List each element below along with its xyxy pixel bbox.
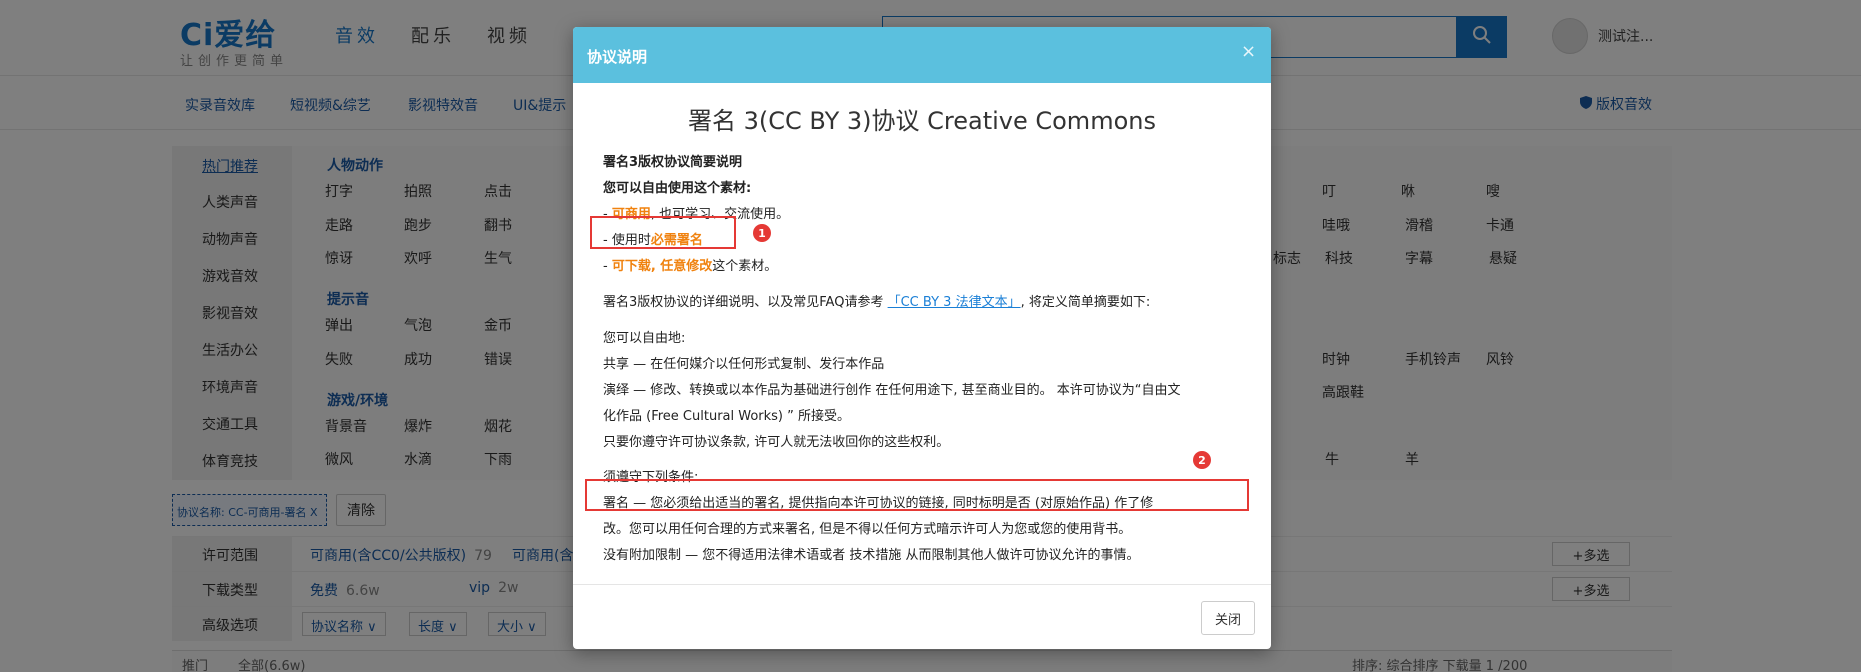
annotation-box-1 — [590, 216, 736, 249]
annotation-badge-1: 1 — [753, 224, 771, 242]
can-use-line: 您可以自由使用这个素材: — [603, 181, 752, 196]
close-button[interactable]: 关闭 — [1201, 601, 1255, 635]
modal-title: 协议说明 — [587, 48, 648, 66]
permission-modify-rest: 这个素材。 — [712, 259, 778, 274]
detail-prefix: 署名3版权协议的详细说明、以及常见FAQ请参考 — [603, 295, 888, 310]
page: Ci爱给 让创作更简单 音效 配乐 视频 测试注... 实录音效库 短视频&综艺… — [0, 0, 1861, 672]
adapt-line-2: 化作品 (Free Cultural Works) ” 所接受。 — [603, 409, 851, 424]
detail-suffix: , 将定义简单摘要如下: — [1020, 295, 1151, 310]
attribution-line-2: 改。您可以用任何合理的方式来署名, 但是不得以任何方式暗示许可人为您或您的使用背… — [603, 522, 1132, 537]
annotation-box-2 — [585, 479, 1249, 511]
modal-footer: 关闭 — [573, 584, 1271, 649]
modal-body: 署名 3(CC BY 3)协议 Creative Commons 署名3版权协议… — [573, 83, 1271, 585]
highlight-modify: 可下载, 任意修改 — [611, 259, 713, 274]
annotation-badge-2: 2 — [1193, 451, 1211, 469]
free-to-line: 您可以自由地: — [603, 331, 686, 346]
adapt-line-1: 演绎 — 修改、转换或以本作品为基础进行创作 在任何用途下, 甚至商业目的。 本… — [603, 383, 1181, 398]
bullet: - — [603, 259, 612, 274]
legal-text-link[interactable]: 「CC BY 3 法律文本」 — [888, 295, 1021, 310]
permission-modify: - 可下载, 任意修改这个素材。 — [603, 255, 777, 274]
license-heading: 署名 3(CC BY 3)协议 Creative Commons — [688, 107, 1156, 135]
modal-header: 协议说明 × — [573, 27, 1271, 83]
detail-line: 署名3版权协议的详细说明、以及常见FAQ请参考 「CC BY 3 法律文本」, … — [603, 291, 1150, 310]
license-modal: 协议说明 × 署名 3(CC BY 3)协议 Creative Commons … — [573, 27, 1271, 649]
share-line: 共享 — 在任何媒介以任何形式复制、发行本作品 — [603, 357, 885, 372]
close-icon[interactable]: × — [1241, 41, 1256, 62]
summary-title: 署名3版权协议简要说明 — [603, 155, 743, 170]
no-restrictions-line: 没有附加限制 — 您不得适用法律术语或者 技术措施 从而限制其他人做许可协议允许… — [603, 548, 1140, 563]
cannot-revoke-line: 只要你遵守许可协议条款, 许可人就无法收回你的这些权利。 — [603, 435, 950, 450]
